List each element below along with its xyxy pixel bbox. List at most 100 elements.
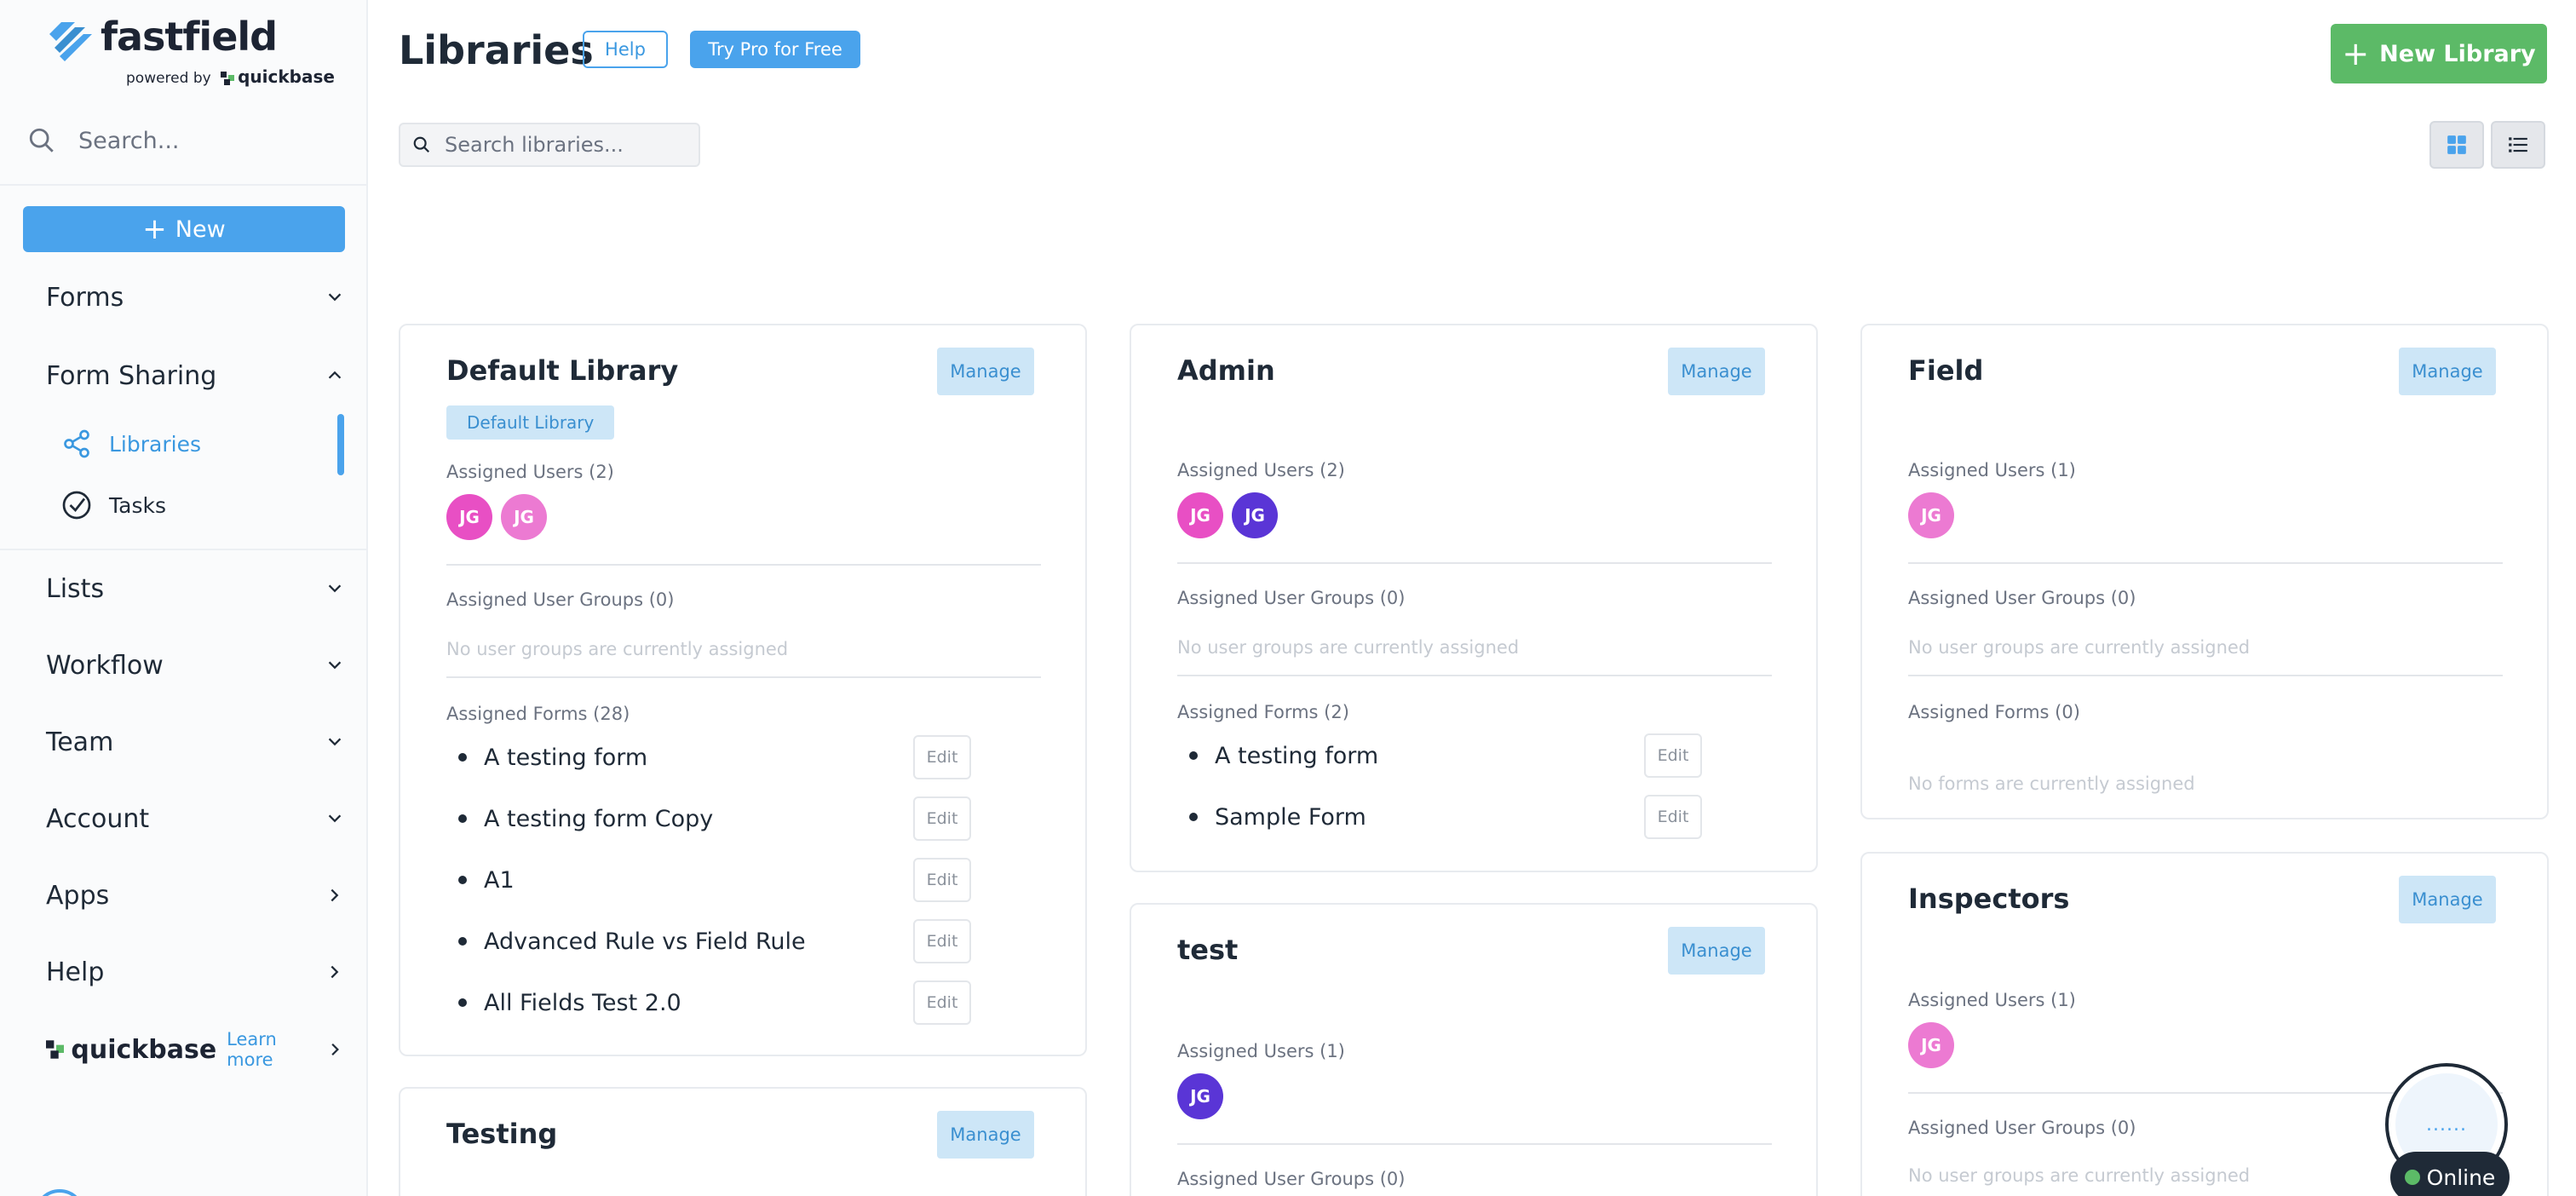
library-search-input[interactable] (445, 133, 692, 157)
assigned-forms-label: Assigned Forms (0) (1908, 702, 2080, 722)
sidebar-item-tasks[interactable]: Tasks (61, 484, 342, 526)
sidebar-item-forms[interactable]: Forms (46, 276, 344, 319)
share-icon (64, 429, 89, 458)
form-list-item: A testing form Copy (446, 794, 713, 843)
assigned-groups-label: Assigned User Groups (0) (1908, 588, 2136, 608)
sidebar-item-label: Workflow (46, 650, 164, 681)
list-view-button[interactable] (2491, 121, 2545, 169)
manage-button[interactable]: Manage (937, 348, 1034, 395)
sidebar-item-libraries[interactable]: Libraries (61, 423, 342, 465)
assigned-forms-label: Assigned Forms (2) (1177, 702, 1349, 722)
library-card-admin: Admin Manage Assigned Users (2) JG JG As… (1130, 324, 1818, 872)
avatar[interactable]: JG (446, 494, 492, 540)
no-forms-message: No forms are currently assigned (1908, 773, 2195, 794)
user-avatar-ring[interactable] (34, 1189, 85, 1196)
chevron-right-icon (331, 888, 339, 902)
online-status-label: Online (2426, 1164, 2496, 1190)
sidebar-item-label: Lists (46, 573, 105, 604)
sidebar-item-account[interactable]: Account (46, 797, 344, 840)
library-search[interactable] (399, 123, 700, 167)
help-button[interactable]: Help (583, 31, 668, 68)
avatar[interactable]: JG (1908, 1022, 1954, 1068)
form-list-item: A1 (446, 855, 515, 905)
sidebar-item-lists[interactable]: Lists (46, 567, 344, 610)
quickbase-learn-more[interactable]: quickbase Learn more (46, 1029, 344, 1070)
bullet-icon (1189, 751, 1198, 760)
sidebar-divider (0, 184, 368, 186)
form-list-item: All Fields Test 2.0 (446, 978, 681, 1027)
edit-form-button[interactable]: Edit (913, 796, 971, 841)
quickbase-label: quickbase (71, 1034, 217, 1065)
assigned-users-label: Assigned Users (2) (1177, 460, 1345, 480)
powered-by-prefix: powered by (126, 70, 211, 87)
quickbase-mini-icon (221, 72, 235, 85)
grid-view-button[interactable] (2429, 121, 2484, 169)
sidebar-item-apps[interactable]: Apps (46, 874, 344, 917)
sidebar-search[interactable]: Search... (27, 126, 351, 155)
new-button[interactable]: + New (23, 206, 345, 252)
check-circle-icon (62, 491, 91, 520)
assigned-forms-label: Assigned Forms (28) (446, 704, 630, 724)
assigned-users-avatars: JG (1908, 1022, 1954, 1068)
edit-form-button[interactable]: Edit (913, 735, 971, 779)
quickbase-logo-icon (46, 1040, 65, 1059)
avatar[interactable]: JG (1232, 492, 1278, 538)
library-title: Field (1908, 354, 1984, 387)
sidebar-item-form-sharing[interactable]: Form Sharing (46, 354, 344, 397)
assigned-users-label: Assigned Users (2) (446, 462, 614, 482)
assigned-groups-label: Assigned User Groups (0) (1177, 588, 1406, 608)
edit-form-button[interactable]: Edit (913, 919, 971, 963)
powered-by-brand: quickbase (238, 66, 335, 87)
edit-form-button[interactable]: Edit (1644, 795, 1702, 839)
section-divider (446, 676, 1041, 678)
section-divider (1177, 562, 1772, 564)
sidebar-item-help[interactable]: Help (46, 951, 344, 993)
manage-button[interactable]: Manage (937, 1111, 1034, 1159)
edit-form-button[interactable]: Edit (1644, 733, 1702, 778)
bullet-icon (458, 814, 467, 823)
assigned-groups-label: Assigned User Groups (0) (1908, 1118, 2136, 1138)
manage-button[interactable]: Manage (1668, 348, 1765, 395)
assigned-users-label: Assigned Users (1) (1908, 990, 2076, 1010)
library-title: Admin (1177, 354, 1275, 387)
avatar[interactable]: JG (1908, 492, 1954, 538)
manage-button[interactable]: Manage (1668, 927, 1765, 975)
sidebar-item-label: Account (46, 803, 150, 834)
sidebar-item-workflow[interactable]: Workflow (46, 644, 344, 687)
try-pro-button[interactable]: Try Pro for Free (690, 31, 860, 68)
chevron-up-icon (328, 371, 342, 379)
no-groups-message: No user groups are currently assigned (1177, 637, 1520, 658)
chevron-down-icon (328, 738, 342, 746)
chevron-right-icon (331, 1043, 339, 1056)
manage-button[interactable]: Manage (2399, 876, 2496, 923)
sidebar-item-label: Form Sharing (46, 360, 217, 391)
section-divider (1177, 675, 1772, 676)
form-name: A testing form Copy (484, 805, 714, 832)
edit-form-button[interactable]: Edit (913, 980, 971, 1025)
avatar[interactable]: JG (1177, 492, 1223, 538)
status-dot-icon (2404, 1170, 2420, 1185)
form-name: A testing form (484, 744, 648, 771)
learn-more-link[interactable]: Learn more (227, 1029, 325, 1070)
bullet-icon (1189, 813, 1198, 821)
fastfield-logo[interactable]: fastfield powered by quickbase (46, 14, 335, 89)
new-library-button[interactable]: + New Library (2331, 24, 2547, 83)
avatar[interactable]: JG (501, 494, 547, 540)
sidebar-item-label: Team (46, 727, 114, 757)
page-title: Libraries (399, 27, 594, 73)
no-groups-message: No user groups are currently assigned (1908, 637, 2251, 658)
manage-button[interactable]: Manage (2399, 348, 2496, 395)
sidebar-item-label: Help (46, 957, 105, 987)
form-name: All Fields Test 2.0 (484, 989, 681, 1016)
list-icon (2509, 137, 2527, 152)
form-list-item: A testing form (1177, 731, 1378, 780)
avatar[interactable]: JG (1177, 1073, 1223, 1119)
assigned-users-avatars: JG (1908, 492, 1954, 538)
fastfield-logo-icon (49, 22, 92, 61)
edit-form-button[interactable]: Edit (913, 858, 971, 902)
search-icon (413, 136, 430, 153)
new-library-label: New Library (2379, 40, 2536, 67)
sidebar-item-label: Libraries (109, 431, 201, 457)
sidebar-item-team[interactable]: Team (46, 721, 344, 763)
plus-icon: + (142, 212, 167, 246)
